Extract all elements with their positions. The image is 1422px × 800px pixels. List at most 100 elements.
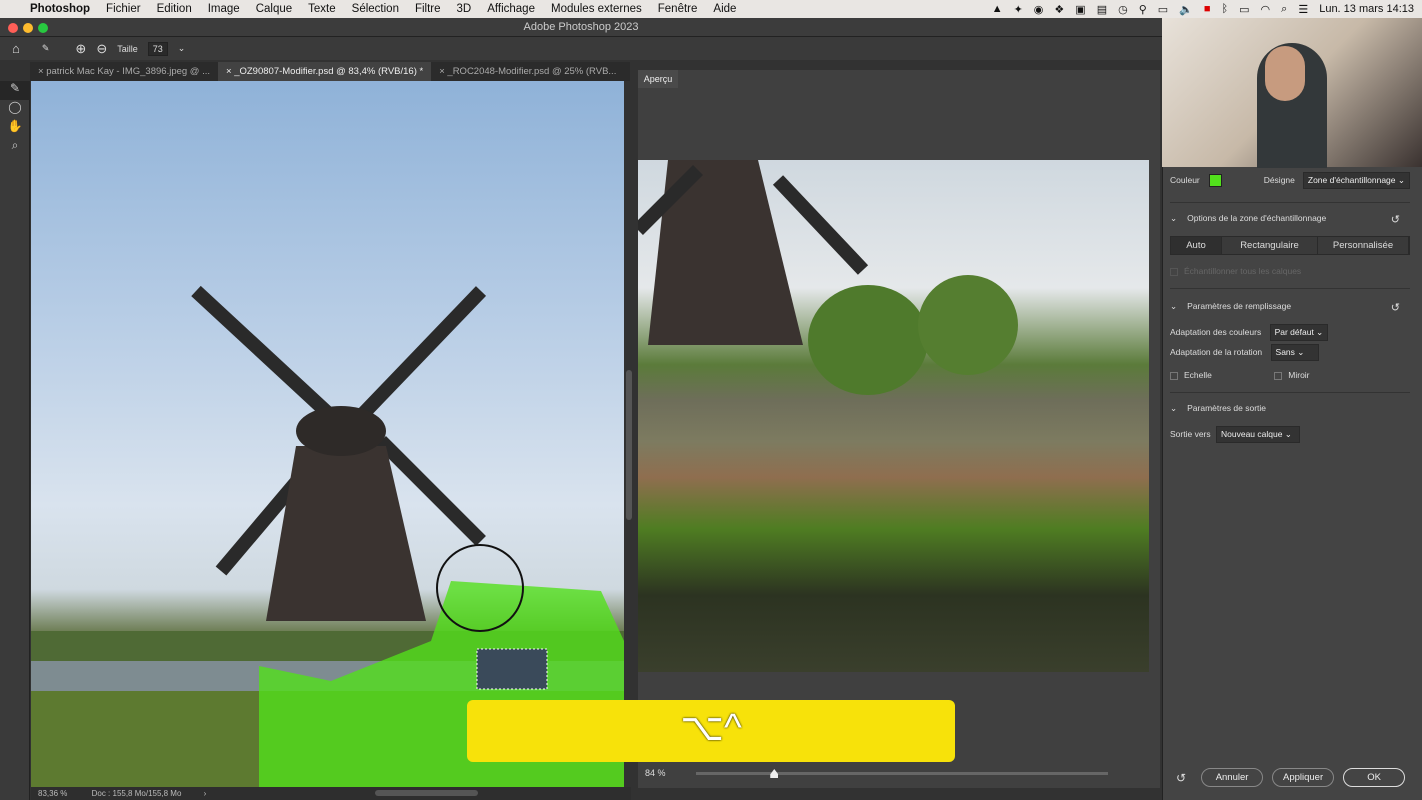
search-icon[interactable]: ⌕ [1281, 3, 1287, 16]
mode-auto[interactable]: Auto [1171, 237, 1222, 254]
fill-section-title[interactable]: Paramètres de remplissage [1187, 301, 1291, 314]
color-adapt-label: Adaptation des couleurs [1170, 327, 1262, 337]
keystroke-overlay: ⌥^ [467, 700, 955, 762]
preview-zoom-slider[interactable] [696, 772, 1108, 775]
scale-checkbox[interactable] [1170, 371, 1178, 380]
apply-button[interactable]: Appliquer [1272, 768, 1335, 787]
tab-doc-2[interactable]: × _OZ90807-Modifier.psd @ 83,4% (RVB/16)… [218, 62, 432, 81]
windmill-image [31, 285, 624, 787]
mode-rectangulaire[interactable]: Rectangulaire [1222, 237, 1318, 254]
zoom-tool-icon[interactable]: ⌕ [0, 138, 30, 157]
window-title: Adobe Photoshop 2023 [523, 21, 639, 33]
rotation-value: Sans [1275, 347, 1295, 357]
output-value: Nouveau calque [1221, 429, 1283, 439]
status-bar: 83,36 % Doc : 155,8 Mo/155,8 Mo › [31, 787, 631, 800]
sampling-section-title[interactable]: Options de la zone d'échantillonnage [1187, 213, 1326, 226]
menu-fichier[interactable]: Fichier [106, 3, 141, 15]
dropbox-icon[interactable]: ❖ [1054, 3, 1064, 16]
size-input[interactable]: 73 [147, 41, 168, 56]
minimize-window-button[interactable] [23, 23, 33, 33]
menu-edition[interactable]: Edition [157, 3, 192, 15]
clock-icon[interactable]: ◷ [1118, 3, 1128, 16]
zoom-status[interactable]: 83,36 % [38, 789, 67, 798]
output-dropdown[interactable]: Nouveau calque ⌄ [1216, 426, 1300, 443]
display-icon[interactable]: ▭ [1158, 3, 1168, 16]
chevron-down-icon[interactable]: ⌄ [178, 43, 186, 54]
preview-title[interactable]: Aperçu [638, 70, 678, 88]
wifi-icon[interactable]: ◠ [1261, 3, 1271, 16]
scale-label: Echelle [1184, 370, 1212, 380]
doc-size: Doc : 155,8 Mo/155,8 Mo [91, 789, 182, 798]
control-center-icon[interactable]: ☰ [1298, 3, 1308, 16]
preview-windmill [633, 160, 1018, 395]
camera-icon[interactable]: ▣ [1075, 3, 1085, 16]
subtract-brush-icon[interactable]: ⊖ [96, 41, 107, 57]
tab-doc-1[interactable]: × patrick Mac Kay - IMG_3896.jpeg @ ... [30, 62, 218, 81]
menu-aide[interactable]: Aide [713, 3, 736, 15]
sample-all-label: Échantillonner tous les calques [1184, 266, 1302, 276]
reset-all-icon[interactable]: ↺ [1176, 771, 1186, 785]
chevron-down-icon[interactable]: ⌄ [1170, 213, 1177, 226]
hand-tool-icon[interactable]: ✋ [0, 119, 30, 138]
document-canvas[interactable] [31, 81, 624, 787]
menu-app[interactable]: Photoshop [30, 3, 90, 15]
chevron-right-icon[interactable]: › [204, 789, 207, 798]
designe-dropdown[interactable]: Zone d'échantillonnage ⌄ [1302, 171, 1410, 189]
zoom-window-button[interactable] [38, 23, 48, 33]
menu-modules[interactable]: Modules externes [551, 3, 642, 15]
vertical-scrollbar[interactable] [626, 370, 632, 520]
chevron-down-icon[interactable]: ⌄ [1170, 301, 1177, 314]
menu-texte[interactable]: Texte [308, 3, 336, 15]
menu-image[interactable]: Image [208, 3, 240, 15]
menu-3d[interactable]: 3D [457, 3, 472, 15]
lasso-tool-icon[interactable]: ◯ [0, 100, 30, 119]
close-window-button[interactable] [8, 23, 18, 33]
tool-bar: ✎ ◯ ✋ ⌕ [0, 81, 30, 800]
preview-zoom-value[interactable]: 84 % [645, 768, 666, 778]
menu-fenetre[interactable]: Fenêtre [658, 3, 698, 15]
binoculars-icon[interactable]: ⚲ [1139, 3, 1147, 16]
record-icon[interactable]: ◉ [1034, 3, 1044, 16]
home-icon[interactable]: ⌂ [12, 41, 20, 56]
color-adapt-value: Par défaut [1274, 327, 1314, 337]
rotation-dropdown[interactable]: Sans ⌄ [1270, 344, 1319, 361]
reset-icon[interactable]: ↺ [1391, 301, 1400, 314]
tab-label: patrick Mac Kay - IMG_3896.jpeg @ ... [46, 66, 211, 77]
cancel-button[interactable]: Annuler [1201, 768, 1264, 787]
mode-personnalisee[interactable]: Personnalisée [1318, 237, 1409, 254]
volume-icon[interactable]: 🔈 [1179, 3, 1193, 16]
chevron-down-icon[interactable]: ⌄ [1170, 403, 1177, 414]
butterfly-icon[interactable]: ✦ [1014, 3, 1023, 16]
document-tabs: × patrick Mac Kay - IMG_3896.jpeg @ ... … [30, 62, 630, 81]
horizontal-scrollbar[interactable] [375, 790, 478, 796]
bluetooth-icon[interactable]: ᛒ [1222, 3, 1229, 15]
output-section-title[interactable]: Paramètres de sortie [1187, 403, 1266, 414]
ok-button[interactable]: OK [1343, 768, 1406, 787]
brush-preset-icon[interactable]: ✎ [42, 43, 50, 54]
mirror-checkbox[interactable] [1274, 371, 1283, 380]
flag-icon[interactable]: ■ [1204, 3, 1211, 15]
remove-brush-tool-icon[interactable]: ✎ [0, 81, 30, 100]
datetime[interactable]: Lun. 13 mars 14:13 [1319, 3, 1414, 15]
size-label: Taille [117, 43, 138, 54]
menu-calque[interactable]: Calque [256, 3, 292, 15]
vlc-icon[interactable]: ▲ [992, 3, 1003, 15]
reset-icon[interactable]: ↺ [1391, 213, 1400, 226]
color-swatch[interactable] [1208, 173, 1222, 187]
menu-filtre[interactable]: Filtre [415, 3, 441, 15]
menu-selection[interactable]: Sélection [352, 3, 399, 15]
clipboard-icon[interactable]: ▤ [1097, 3, 1107, 16]
panel-content: Couleur Désigne Zone d'échantillonnage ⌄… [1170, 171, 1410, 443]
preview-image [633, 160, 1149, 672]
dialog-buttons: ↺ Annuler Appliquer OK [1176, 768, 1416, 787]
battery-icon[interactable]: ▭ [1239, 3, 1249, 16]
tab-label: _OZ90807-Modifier.psd @ 83,4% (RVB/16) * [234, 66, 424, 77]
output-label: Sortie vers [1170, 429, 1211, 439]
sample-all-checkbox[interactable] [1170, 267, 1178, 276]
color-adapt-dropdown[interactable]: Par défaut ⌄ [1269, 324, 1329, 341]
menu-affichage[interactable]: Affichage [487, 3, 535, 15]
tab-doc-3[interactable]: × _ROC2048-Modifier.psd @ 25% (RVB... [431, 62, 624, 81]
color-label: Couleur [1170, 175, 1200, 185]
add-brush-icon[interactable]: ⊕ [75, 41, 86, 57]
rotation-label: Adaptation de la rotation [1170, 347, 1263, 357]
